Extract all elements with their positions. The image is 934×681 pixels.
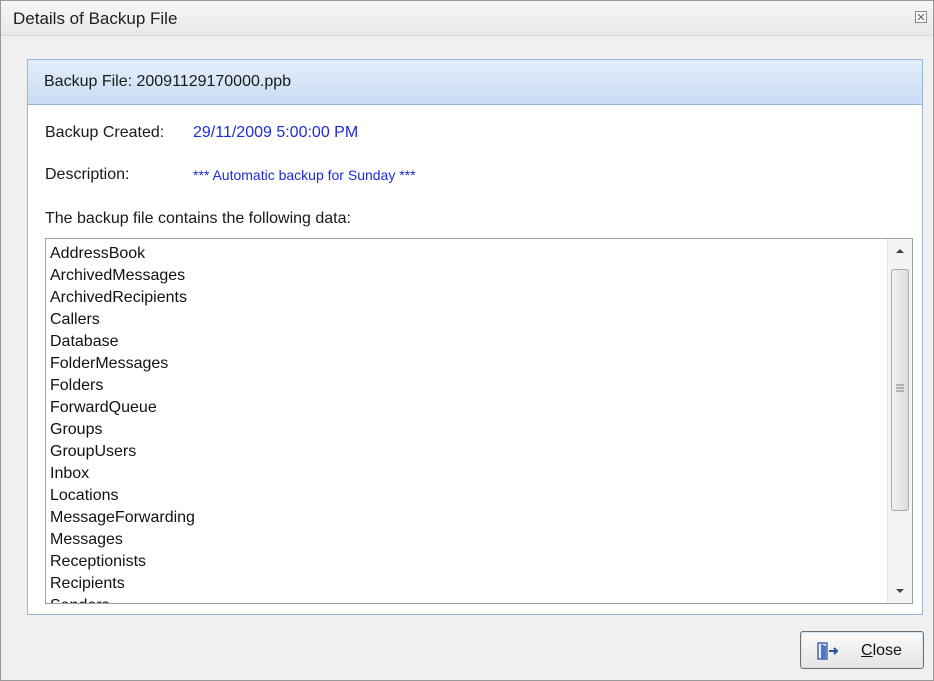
list-item[interactable]: ArchivedMessages (50, 265, 195, 287)
list-item[interactable]: Folders (50, 375, 195, 397)
list-item[interactable]: Senders (50, 595, 195, 603)
list-item[interactable]: Receptionists (50, 551, 195, 573)
scroll-up-icon[interactable] (888, 239, 912, 263)
list-item[interactable]: Groups (50, 419, 195, 441)
list-item[interactable]: Callers (50, 309, 195, 331)
list-item[interactable]: Recipients (50, 573, 195, 595)
data-tables-listbox[interactable]: AddressBook ArchivedMessages ArchivedRecip… (45, 238, 913, 604)
backup-created-label: Backup Created: (45, 124, 165, 141)
grip-icon (896, 384, 904, 392)
backup-file-name: Backup File: 20091129170000.ppb (44, 73, 292, 90)
panel-header: Backup File: 20091129170000.ppb (28, 60, 922, 105)
backup-file-panel: Backup File: 20091129170000.ppb Backup C… (27, 59, 923, 615)
window-close-icon[interactable] (915, 11, 927, 23)
scroll-thumb[interactable] (891, 269, 909, 511)
description-value: *** Automatic backup for Sunday *** (193, 167, 416, 183)
contains-label: The backup file contains the following d… (45, 210, 351, 227)
list-item[interactable]: FolderMessages (50, 353, 195, 375)
close-button[interactable]: Close (800, 631, 924, 669)
list-item[interactable]: GroupUsers (50, 441, 195, 463)
list-item[interactable]: Locations (50, 485, 195, 507)
list-item[interactable]: ArchivedRecipients (50, 287, 195, 309)
scroll-down-icon[interactable] (888, 579, 912, 603)
list-item[interactable]: ForwardQueue (50, 397, 195, 419)
description-label: Description: (45, 166, 130, 183)
list-item[interactable]: MessageForwarding (50, 507, 195, 529)
list-item[interactable]: Database (50, 331, 195, 353)
title-bar: Details of Backup File (1, 1, 933, 36)
backup-details-dialog: Details of Backup File Backup File: 2009… (0, 0, 934, 681)
data-tables-list: AddressBook ArchivedMessages ArchivedRecip… (50, 243, 195, 603)
list-item[interactable]: AddressBook (50, 243, 195, 265)
list-item[interactable]: Inbox (50, 463, 195, 485)
list-item[interactable]: Messages (50, 529, 195, 551)
window-title: Details of Backup File (13, 9, 178, 28)
close-button-label: Close (861, 642, 902, 659)
vertical-scrollbar[interactable] (887, 239, 912, 603)
exit-door-icon (817, 642, 839, 660)
backup-created-value: 29/11/2009 5:00:00 PM (193, 124, 359, 141)
